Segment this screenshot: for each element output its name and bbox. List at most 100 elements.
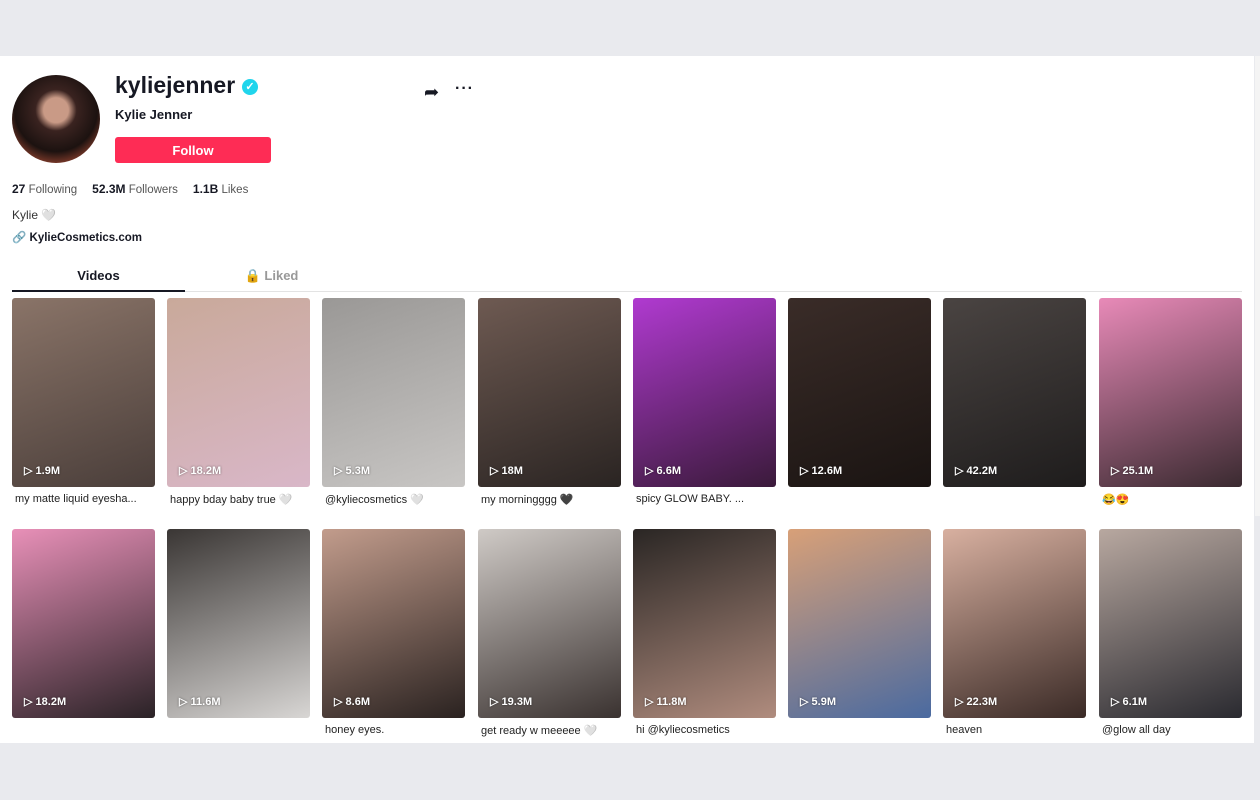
tab-videos[interactable]: Videos	[12, 268, 185, 283]
play-icon: ▷	[24, 696, 33, 708]
play-icon: ▷	[645, 465, 654, 477]
view-count-text: 1.9M	[35, 465, 60, 477]
view-count-text: 12.6M	[811, 465, 843, 477]
play-icon: ▷	[334, 465, 343, 477]
scrollbar[interactable]	[1255, 56, 1260, 516]
view-count: ▷ 19.3M	[490, 695, 532, 708]
view-count: ▷ 5.9M	[800, 695, 836, 708]
video-caption[interactable]: happy bday baby true 🤍	[170, 493, 313, 506]
video-caption[interactable]: get ready w meeeee 🤍	[481, 724, 624, 737]
lock-icon: 🔒	[244, 268, 261, 283]
view-count: ▷ 6.1M	[1111, 695, 1147, 708]
video-caption[interactable]: my matte liquid eyesha...	[15, 493, 158, 505]
play-icon: ▷	[490, 465, 499, 477]
view-count: ▷ 25.1M	[1111, 464, 1153, 477]
bio-link-text[interactable]: KylieCosmetics.com	[30, 232, 143, 244]
view-count: ▷ 18.2M	[179, 464, 221, 477]
video-thumbnail[interactable]: ▷ 6.1M	[1099, 529, 1242, 718]
video-thumbnail[interactable]: ▷ 25.1M	[1099, 298, 1242, 487]
view-count-text: 6.1M	[1122, 696, 1147, 708]
view-count: ▷ 8.6M	[334, 695, 370, 708]
video-thumbnail[interactable]: ▷ 5.3M	[322, 298, 465, 487]
play-icon: ▷	[334, 696, 343, 708]
video-thumbnail[interactable]: ▷ 11.6M	[167, 529, 310, 718]
share-icon[interactable]: ➦	[424, 82, 439, 103]
view-count: ▷ 6.6M	[645, 464, 681, 477]
video-caption[interactable]: @glow all day	[1102, 724, 1245, 736]
video-thumbnail[interactable]: ▷ 12.6M	[788, 298, 931, 487]
play-icon: ▷	[955, 465, 964, 477]
video-thumbnail[interactable]: ▷ 8.6M	[322, 529, 465, 718]
following-count: 27	[12, 182, 26, 196]
play-icon: ▷	[800, 465, 809, 477]
view-count-text: 22.3M	[966, 696, 998, 708]
video-thumbnail[interactable]: ▷ 6.6M	[633, 298, 776, 487]
play-icon: ▷	[645, 696, 654, 708]
followers-count: 52.3M	[92, 182, 126, 196]
view-count-text: 6.6M	[656, 465, 681, 477]
view-count: ▷ 18M	[490, 464, 523, 477]
display-name: Kylie Jenner	[115, 107, 193, 122]
view-count-text: 5.3M	[345, 465, 370, 477]
video-thumbnail[interactable]: ▷ 18.2M	[12, 529, 155, 718]
link-icon: 🔗	[12, 232, 27, 244]
video-caption[interactable]: spicy GLOW BABY. ...	[636, 493, 779, 505]
active-tab-indicator	[12, 290, 185, 292]
video-thumbnail[interactable]: ▷ 19.3M	[478, 529, 621, 718]
play-icon: ▷	[1111, 465, 1120, 477]
likes-label: Likes	[221, 184, 249, 196]
bio-link[interactable]: 🔗 KylieCosmetics.com	[12, 230, 142, 244]
avatar[interactable]	[12, 75, 100, 163]
video-thumbnail[interactable]: ▷ 18.2M	[167, 298, 310, 487]
video-thumbnail[interactable]: ▷ 42.2M	[943, 298, 1086, 487]
video-caption[interactable]: 😂😍	[1102, 493, 1245, 506]
play-icon: ▷	[179, 465, 188, 477]
video-caption[interactable]: hi @kyliecosmetics	[636, 724, 779, 736]
more-options-icon[interactable]: ···	[455, 80, 474, 98]
view-count: ▷ 22.3M	[955, 695, 997, 708]
view-count-text: 18M	[501, 465, 523, 477]
video-thumbnail[interactable]: ▷ 1.9M	[12, 298, 155, 487]
view-count-text: 8.6M	[345, 696, 370, 708]
video-caption[interactable]: heaven	[946, 724, 1089, 736]
video-caption[interactable]: my morningggg 🖤	[481, 493, 624, 506]
play-icon: ▷	[955, 696, 964, 708]
view-count-text: 25.1M	[1122, 465, 1154, 477]
view-count-text: 42.2M	[966, 465, 998, 477]
view-count: ▷ 12.6M	[800, 464, 842, 477]
view-count: ▷ 1.9M	[24, 464, 60, 477]
video-thumbnail[interactable]: ▷ 11.8M	[633, 529, 776, 718]
following-label: Following	[28, 184, 78, 196]
view-count-text: 11.8M	[656, 696, 687, 708]
play-icon: ▷	[1111, 696, 1120, 708]
view-count-text: 19.3M	[501, 696, 533, 708]
view-count: ▷ 5.3M	[334, 464, 370, 477]
view-count: ▷ 11.6M	[179, 695, 221, 708]
view-count: ▷ 42.2M	[955, 464, 997, 477]
view-count: ▷ 11.8M	[645, 695, 687, 708]
tab-liked-label: Liked	[264, 268, 299, 283]
likes-count: 1.1B	[192, 182, 219, 196]
tab-divider	[185, 291, 1242, 292]
username: kyliejenner	[115, 72, 236, 98]
view-count: ▷ 18.2M	[24, 695, 66, 708]
follow-button[interactable]: Follow	[115, 137, 271, 163]
play-icon: ▷	[24, 465, 33, 477]
view-count-text: 18.2M	[35, 696, 67, 708]
tab-liked[interactable]: 🔒 Liked	[185, 268, 358, 284]
view-count-text: 11.6M	[190, 696, 221, 708]
followers-label: Followers	[128, 184, 178, 196]
video-thumbnail[interactable]: ▷ 5.9M	[788, 529, 931, 718]
video-thumbnail[interactable]: ▷ 22.3M	[943, 529, 1086, 718]
play-icon: ▷	[179, 696, 188, 708]
video-caption[interactable]: @kyliecosmetics 🤍	[325, 493, 468, 506]
view-count-text: 18.2M	[190, 465, 222, 477]
video-thumbnail[interactable]: ▷ 18M	[478, 298, 621, 487]
play-icon: ▷	[800, 696, 809, 708]
view-count-text: 5.9M	[811, 696, 836, 708]
profile-stats: 27 Following 52.3M Followers 1.1B Likes	[12, 182, 248, 196]
play-icon: ▷	[490, 696, 499, 708]
bio: Kylie 🤍	[12, 208, 57, 222]
verified-badge-icon: ✓	[242, 79, 258, 95]
video-caption[interactable]: honey eyes.	[325, 724, 468, 736]
